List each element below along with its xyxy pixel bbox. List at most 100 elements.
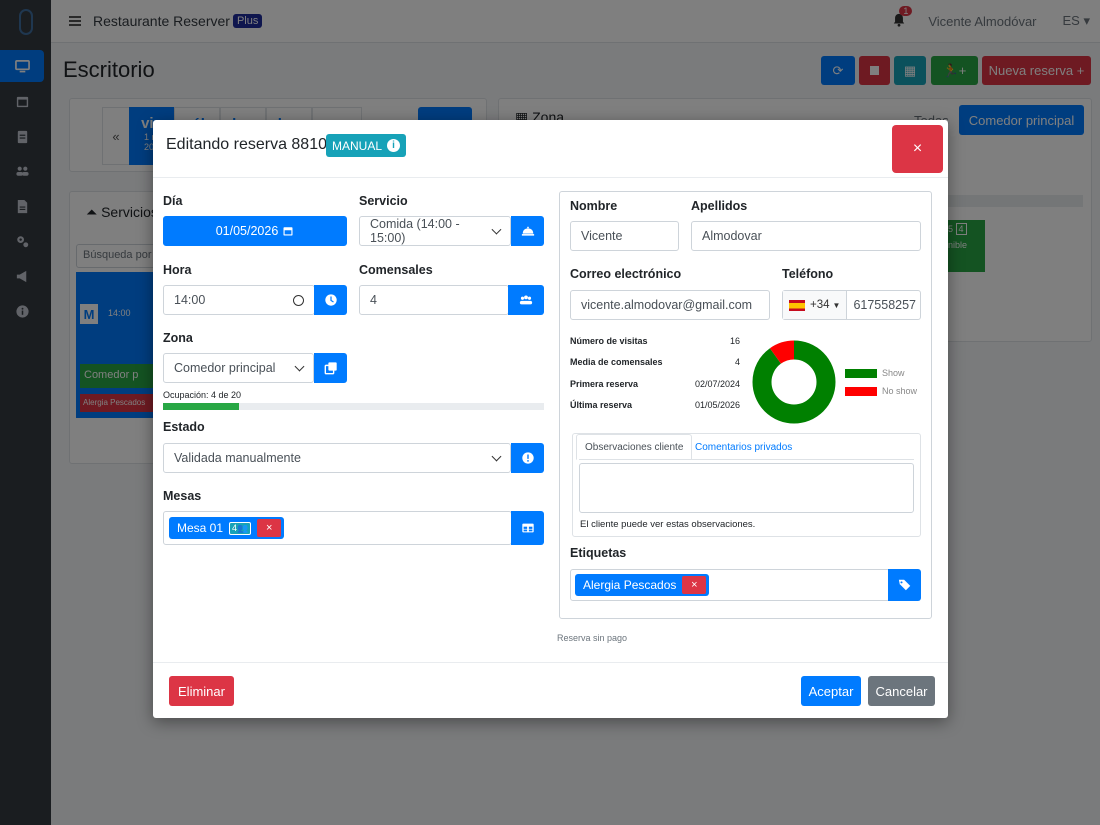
spain-flag-icon [789, 299, 805, 311]
comensales-value: 4 [370, 293, 377, 307]
hora-label: Hora [163, 263, 192, 277]
edit-reservation-modal: Editando reserva 88104 MANUAL i × Día 01… [153, 120, 948, 718]
modal-header: Editando reserva 88104 MANUAL i × [153, 120, 948, 178]
close-button[interactable]: × [892, 125, 943, 173]
stat-value: 01/05/2026 [694, 400, 740, 410]
tabs-divider [579, 459, 914, 460]
stat-value: 02/07/2024 [694, 379, 740, 389]
ocupacion-text: Ocupación: 4 de 20 [163, 390, 242, 400]
legend-show-label: Show [882, 368, 905, 378]
etiquetas-label: Etiquetas [570, 546, 627, 560]
comensales-button[interactable] [508, 285, 544, 315]
client-panel: Nombre Vicente Apellidos Almodovar Corre… [559, 191, 932, 619]
stat-label: Última reserva [570, 400, 633, 410]
modal-footer-divider [153, 662, 948, 663]
phone-value: 617558257 [853, 298, 917, 312]
legend-noshow-swatch [845, 386, 877, 396]
ocupacion-progress [163, 403, 544, 410]
tab-observaciones[interactable]: Observaciones cliente [576, 434, 693, 460]
mesa-chip-label: Mesa 01 [177, 521, 224, 535]
nombre-label: Nombre [570, 199, 618, 213]
hora-input[interactable]: 14:00 [163, 285, 315, 315]
delete-button[interactable]: Eliminar [169, 676, 234, 706]
mesa-capacity-badge: 4👥 [229, 521, 252, 535]
modal-title: Editando reserva 88104 [166, 136, 336, 153]
etiqueta-chip[interactable]: Alergia Pescados × [575, 574, 710, 596]
email-label: Correo electrónico [570, 267, 682, 281]
bell-service-icon [521, 226, 534, 236]
estado-select[interactable]: Validada manualmente [163, 443, 511, 473]
clock-button[interactable] [314, 285, 347, 315]
date-picker[interactable]: 01/05/2026 [163, 216, 347, 246]
mesa-chip[interactable]: Mesa 01 4👥 × [169, 517, 285, 539]
apellidos-input[interactable]: Almodovar [691, 221, 921, 251]
comensales-input[interactable]: 4 [359, 285, 509, 315]
exclamation-icon [521, 452, 534, 464]
etiquetas-input[interactable]: Alergia Pescados × [570, 569, 890, 601]
service-bell-button[interactable] [511, 216, 544, 246]
telefono-input[interactable]: +34 ▼ 617558257 [782, 290, 921, 320]
stat-label: Media de comensales [570, 357, 663, 367]
stat-label: Número de visitas [570, 336, 648, 346]
donut-slice-show [752, 340, 836, 424]
info-icon: i [387, 139, 401, 152]
tab-comentarios-privados[interactable]: Comentarios privados [687, 434, 800, 460]
clone-icon [324, 362, 337, 375]
country-selector[interactable]: +34 ▼ [783, 291, 848, 319]
remove-etiqueta-button[interactable]: × [682, 576, 707, 594]
chevron-down-icon [294, 361, 305, 371]
legend-noshow-label: No show [882, 386, 918, 396]
phone-prefix: +34 [810, 299, 830, 311]
hora-value: 14:00 [174, 293, 206, 307]
estado-value: Validada manualmente [174, 451, 301, 465]
mesas-input[interactable]: Mesa 01 4👥 × [163, 511, 512, 545]
mesa-capacity: 4 [232, 522, 238, 533]
manual-badge[interactable]: MANUAL i [326, 134, 407, 157]
cancel-button[interactable]: Cancelar [868, 676, 935, 706]
email-input[interactable]: vicente.almodovar@gmail.com [570, 290, 770, 320]
estado-label: Estado [163, 420, 205, 434]
observations-card: Observaciones cliente Comentarios privad… [572, 433, 921, 537]
nombre-value: Vicente [581, 229, 623, 243]
nombre-input[interactable]: Vicente [570, 221, 679, 251]
legend-show: Show [845, 368, 905, 378]
legend-show-swatch [845, 368, 877, 378]
clock-icon [324, 294, 337, 306]
stat-value: 4 [734, 357, 740, 367]
estado-info-button[interactable] [511, 443, 544, 473]
calendar-icon [283, 227, 293, 236]
dia-label: Día [163, 194, 183, 208]
etiqueta-chip-label: Alergia Pescados [583, 578, 677, 592]
date-value: 01/05/2026 [215, 224, 279, 238]
servicio-value: Comida (14:00 - 15:00) [370, 217, 460, 245]
mesas-table-button[interactable] [511, 511, 544, 545]
ocupacion-progress-fill [163, 403, 240, 410]
tags-button[interactable] [888, 569, 921, 601]
telefono-label: Teléfono [782, 267, 834, 281]
clock-icon [293, 294, 304, 306]
apellidos-label: Apellidos [691, 199, 748, 213]
accept-button[interactable]: Aceptar [801, 676, 861, 706]
observations-note: El cliente puede ver estas observaciones… [580, 519, 756, 530]
observations-textarea[interactable] [579, 463, 914, 513]
zona-label: Zona [163, 331, 193, 345]
stat-label: Primera reserva [570, 379, 639, 389]
email-value: vicente.almodovar@gmail.com [581, 298, 753, 312]
zona-select[interactable]: Comedor principal [163, 353, 314, 383]
remove-mesa-button[interactable]: × [257, 519, 282, 537]
chevron-down-icon [491, 451, 502, 461]
apellidos-value: Almodovar [702, 229, 762, 243]
tags-icon [898, 579, 910, 591]
servicio-select[interactable]: Comida (14:00 - 15:00) [359, 216, 511, 246]
servicio-label: Servicio [359, 194, 408, 208]
zona-clone-button[interactable] [314, 353, 347, 383]
payment-status: Reserva sin pago [557, 633, 628, 643]
stat-value: 16 [729, 336, 740, 346]
legend-noshow: No show [845, 386, 917, 396]
users-icon [519, 295, 533, 305]
show-noshow-donut-chart [752, 340, 836, 424]
comensales-label: Comensales [359, 263, 433, 277]
table-grid-icon [521, 523, 534, 533]
zona-value: Comedor principal [174, 361, 276, 375]
mesas-label: Mesas [163, 489, 202, 503]
